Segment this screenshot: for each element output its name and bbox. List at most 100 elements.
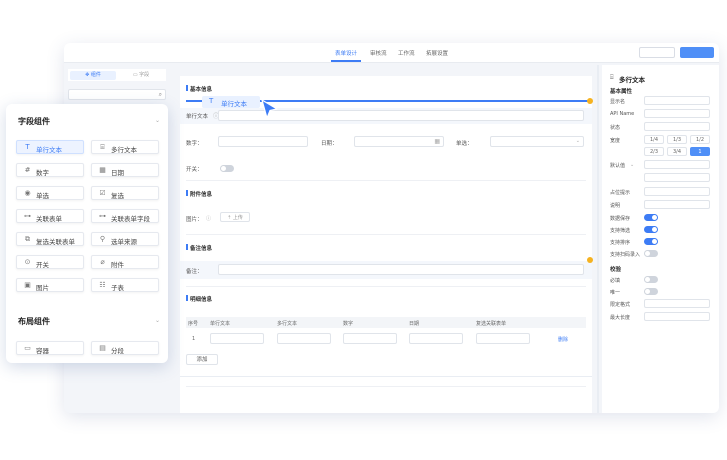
table-header: 序号 单行文本 多行文本 数字 日期 复选关联表单 xyxy=(186,317,586,328)
add-row-button[interactable]: 添加 xyxy=(186,354,218,365)
palette-item-multi-related-form[interactable]: ⧉ 复选关联表单 xyxy=(16,232,84,246)
width-option[interactable]: 1/4 xyxy=(644,135,664,144)
secondary-action-button[interactable] xyxy=(639,47,675,58)
row-input-related-form[interactable] xyxy=(476,333,530,344)
prop-input-max-length[interactable] xyxy=(644,312,710,321)
palette-item-section[interactable]: ▤ 分段 xyxy=(91,341,159,355)
palette-item-label: 复选 xyxy=(111,192,124,200)
tab-workflow[interactable]: 工作流 xyxy=(398,49,415,57)
palette-item-single-text[interactable]: T 单行文本 xyxy=(16,140,84,154)
row-input-multi-text[interactable] xyxy=(277,333,331,344)
width-option[interactable]: 1/3 xyxy=(667,135,687,144)
panel-divider xyxy=(597,65,599,413)
prop-select-format[interactable] xyxy=(644,299,710,308)
properties-title: 多行文本 xyxy=(619,76,645,84)
toggle-data-save[interactable] xyxy=(644,214,658,221)
palette-item-multi-text[interactable]: ⌸ 多行文本 xyxy=(91,140,159,154)
palette-item-label: 单行文本 xyxy=(36,146,62,154)
toggle-filter[interactable] xyxy=(644,226,658,233)
prop-label: 支持扫码录入 xyxy=(610,252,641,258)
chevron-down-icon[interactable]: ⌄ xyxy=(155,117,160,124)
palette-item-related-form-field[interactable]: ⊶ 关联表单字段 xyxy=(91,209,159,223)
prop-input-placeholder[interactable] xyxy=(644,187,710,196)
prop-label: API Name xyxy=(610,111,635,117)
palette-item-switch[interactable]: ⊙ 开关 xyxy=(16,255,84,269)
remark-textarea[interactable] xyxy=(218,264,584,275)
width-option[interactable]: 2/3 xyxy=(644,147,664,156)
palette-item-date[interactable]: ▦ 日期 xyxy=(91,163,159,177)
section-marker xyxy=(186,85,188,91)
palette-item-single-choice[interactable]: ◉ 单选 xyxy=(16,186,84,200)
toggle-unique[interactable] xyxy=(644,288,658,295)
palette-item-label: 容器 xyxy=(36,347,49,355)
number-icon: # xyxy=(24,166,31,174)
toggle-scan-input[interactable] xyxy=(644,250,658,257)
palette-item-subtable[interactable]: ☷ 子表 xyxy=(91,278,159,292)
table-icon: ☷ xyxy=(99,281,106,289)
row-input-single-text[interactable] xyxy=(210,333,264,344)
chevron-down-icon[interactable]: ⌄ xyxy=(155,317,160,324)
palette-item-attachment[interactable]: ⌀ 附件 xyxy=(91,255,159,269)
prop-label: 宽度 xyxy=(610,138,621,144)
width-option-selected[interactable]: 1 xyxy=(690,147,710,156)
properties-panel: ⌸ 多行文本 基本属性 显示名 API Name 状态 宽度 1/4 1/3 1… xyxy=(602,65,719,413)
palette-group-title-fields: 字段组件 xyxy=(18,117,50,126)
prop-input-api-name[interactable] xyxy=(644,109,710,118)
width-option[interactable]: 3/4 xyxy=(667,147,687,156)
field-label-remark: 备注： xyxy=(186,269,203,275)
form-canvas: 基本信息 单行文本 ⓘ 数字： 日期： ▦ 单选： ⌄ 开关： 附件信息 图片：… xyxy=(180,76,593,413)
primary-action-button[interactable] xyxy=(680,47,714,58)
number-input[interactable] xyxy=(218,136,308,147)
row-input-number[interactable] xyxy=(343,333,397,344)
section-marker xyxy=(186,295,188,301)
tab-approval-flow[interactable]: 审核流 xyxy=(370,49,387,57)
prop-label: 状态 xyxy=(610,125,621,131)
drag-ghost-label: 单行文本 xyxy=(221,100,247,108)
single-choice-select[interactable]: ⌄ xyxy=(490,136,584,147)
text-t-icon: T xyxy=(25,143,30,151)
palette-item-label: 图片 xyxy=(36,284,49,292)
prop-select-default[interactable] xyxy=(644,160,710,169)
link-icon: ⊶ xyxy=(99,212,106,220)
palette-item-container[interactable]: ▭ 容器 xyxy=(16,341,84,355)
prop-input-description[interactable] xyxy=(644,200,710,209)
palette-item-checkbox[interactable]: ☑ 复选 xyxy=(91,186,159,200)
radio-icon: ◉ xyxy=(24,189,31,197)
row-delete-link[interactable]: 删除 xyxy=(558,336,568,343)
resize-handle-dot[interactable] xyxy=(587,257,593,263)
properties-section-basic: 基本属性 xyxy=(610,89,633,95)
tab-form-design[interactable]: 表单设计 xyxy=(335,49,357,57)
palette-item-image[interactable]: ▣ 图片 xyxy=(16,278,84,292)
width-option[interactable]: 1/2 xyxy=(690,135,710,144)
palette-item-option-source[interactable]: ⚲ 选单来源 xyxy=(91,232,159,246)
field-row-remark[interactable]: 备注： xyxy=(180,261,592,279)
tab-extension-settings[interactable]: 拓展设置 xyxy=(426,49,448,57)
palette-item-related-form[interactable]: ⊶ 关联表单 xyxy=(16,209,84,223)
section-title-detail: 明细信息 xyxy=(190,297,213,303)
validation-label: 最大长度 xyxy=(610,315,631,321)
palette-item-number[interactable]: # 数字 xyxy=(16,163,84,177)
prop-input-display-name[interactable] xyxy=(644,96,710,105)
segment-fields[interactable]: ▭ 字段 xyxy=(118,71,164,80)
table-header-cell: 多行文本 xyxy=(277,321,298,327)
section-title-basic: 基本信息 xyxy=(190,87,213,93)
row-input-date[interactable] xyxy=(409,333,463,344)
section-marker xyxy=(186,244,188,250)
segment-label: 组件 xyxy=(90,72,101,78)
palette-item-label: 开关 xyxy=(36,261,49,269)
upload-button[interactable]: ⇡ 上传 xyxy=(220,212,250,222)
switch-toggle[interactable] xyxy=(220,165,234,172)
drag-ghost-chip[interactable]: T 单行文本 xyxy=(202,96,260,108)
divider xyxy=(186,180,586,181)
field-row-single-text[interactable]: 单行文本 ⓘ xyxy=(180,108,592,124)
validation-label: 限定格式 xyxy=(610,302,631,308)
toggle-sort[interactable] xyxy=(644,238,658,245)
info-icon: ⓘ xyxy=(206,216,212,222)
prop-select-status[interactable] xyxy=(644,122,710,131)
date-input[interactable]: ▦ xyxy=(354,136,444,147)
component-search-input[interactable]: ⌕ xyxy=(68,89,166,100)
toggle-required[interactable] xyxy=(644,276,658,283)
prop-input-default-value[interactable] xyxy=(644,173,710,182)
prop-label: 显示名 xyxy=(610,99,626,105)
segment-components[interactable]: ✥ 组件 xyxy=(70,71,116,80)
